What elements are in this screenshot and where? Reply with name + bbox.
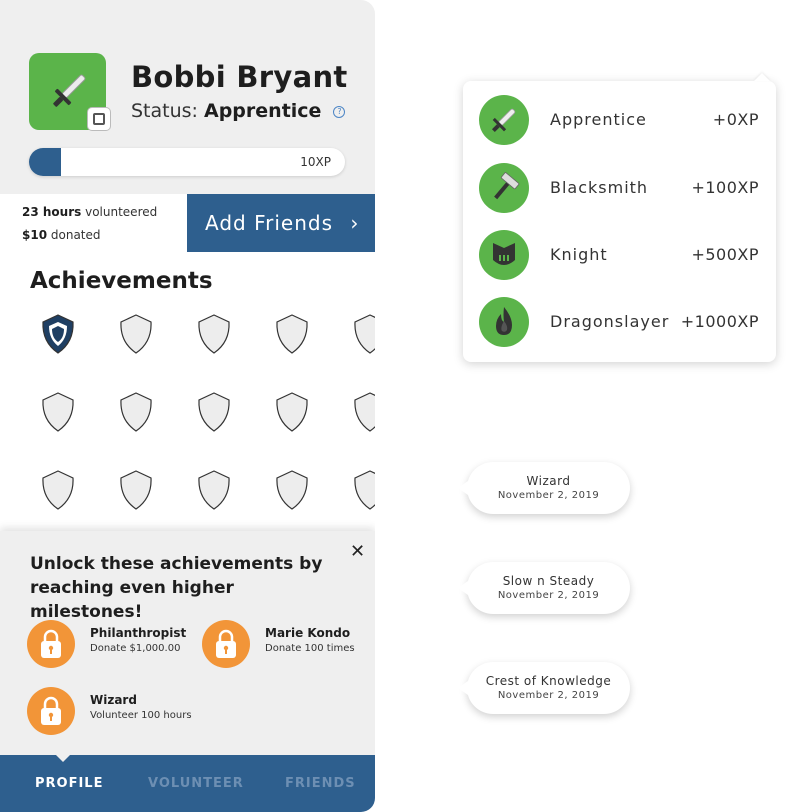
xp-progress-bar: 10XP bbox=[29, 148, 345, 176]
active-tab-indicator bbox=[55, 754, 71, 762]
shield-icon[interactable] bbox=[36, 390, 80, 434]
shield-icon[interactable] bbox=[192, 390, 236, 434]
tooltip-title: Wizard bbox=[526, 474, 571, 488]
helmet-icon bbox=[479, 230, 529, 280]
shield-icon-earned[interactable] bbox=[36, 312, 80, 356]
locked-achievement-desc: Donate 100 times bbox=[265, 643, 355, 654]
profile-screen: Bobbi Bryant Status: Apprentice ? 10XP 2… bbox=[0, 0, 375, 812]
status-line: Status: Apprentice ? bbox=[131, 100, 346, 122]
hours-value: 23 hours bbox=[22, 205, 82, 219]
rank-row-knight[interactable]: Knight +500XP bbox=[463, 227, 776, 283]
locked-achievement-desc: Volunteer 100 hours bbox=[90, 710, 192, 721]
lock-icon bbox=[27, 620, 75, 668]
donated-stat: $10 donated bbox=[22, 228, 101, 242]
tooltip-title: Slow n Steady bbox=[502, 574, 595, 588]
profile-header: Bobbi Bryant Status: Apprentice ? 10XP bbox=[0, 0, 375, 194]
hammer-icon bbox=[479, 163, 529, 213]
achievement-tooltip: Wizard November 2, 2019 bbox=[458, 462, 630, 514]
rank-name: Dragonslayer bbox=[550, 312, 670, 331]
hours-suffix: volunteered bbox=[85, 205, 158, 219]
tooltip-date: November 2, 2019 bbox=[497, 590, 600, 601]
achievement-tooltip: Slow n Steady November 2, 2019 bbox=[458, 562, 630, 614]
chevron-right-icon: › bbox=[350, 211, 360, 235]
rank-row-dragonslayer[interactable]: Dragonslayer +1000XP bbox=[463, 294, 776, 350]
hours-stat: 23 hours volunteered bbox=[22, 205, 157, 219]
tooltip-date: November 2, 2019 bbox=[497, 690, 600, 701]
rank-name: Apprentice bbox=[550, 110, 647, 129]
shield-icon[interactable] bbox=[192, 312, 236, 356]
locked-achievement-name: Philanthropist bbox=[90, 626, 187, 640]
volunteer-stats: 23 hours volunteered $10 donated bbox=[0, 194, 187, 252]
user-name: Bobbi Bryant bbox=[131, 60, 348, 94]
shield-icon[interactable] bbox=[270, 312, 314, 356]
status-label: Status: bbox=[131, 100, 198, 122]
rank-xp: +0XP bbox=[712, 110, 759, 129]
achievement-tooltip: Crest of Knowledge November 2, 2019 bbox=[458, 662, 630, 714]
sword-icon bbox=[479, 95, 529, 145]
tab-volunteer[interactable]: VOLUNTEER bbox=[148, 776, 244, 791]
tab-profile[interactable]: PROFILE bbox=[35, 776, 103, 791]
add-friends-button[interactable]: Add Friends › bbox=[187, 194, 375, 252]
unlock-sheet: Unlock these achievements by reaching ev… bbox=[0, 531, 375, 755]
add-friends-label: Add Friends bbox=[205, 211, 334, 235]
rank-row-blacksmith[interactable]: Blacksmith +100XP bbox=[463, 160, 776, 216]
close-icon[interactable]: ✕ bbox=[350, 541, 365, 562]
shield-icon[interactable] bbox=[348, 468, 375, 512]
rank-name: Knight bbox=[550, 245, 608, 264]
shield-icon[interactable] bbox=[270, 390, 314, 434]
shield-icon[interactable] bbox=[192, 468, 236, 512]
locked-achievement-desc: Donate $1,000.00 bbox=[90, 643, 181, 654]
rank-xp: +100XP bbox=[691, 178, 759, 197]
avatar-frame-badge[interactable] bbox=[88, 108, 110, 130]
shield-icon[interactable] bbox=[114, 312, 158, 356]
sword-icon bbox=[53, 74, 86, 107]
locked-achievement-name: Wizard bbox=[90, 693, 137, 707]
shield-icon[interactable] bbox=[114, 390, 158, 434]
locked-achievement-name: Marie Kondo bbox=[265, 626, 351, 640]
tab-friends[interactable]: FRIENDS bbox=[285, 776, 356, 791]
rank-list-card: Apprentice +0XP Blacksmith +100XP Knight… bbox=[463, 81, 776, 362]
dragon-flame-icon bbox=[479, 297, 529, 347]
tooltip-date: November 2, 2019 bbox=[497, 490, 600, 501]
rank-row-apprentice[interactable]: Apprentice +0XP bbox=[463, 92, 776, 148]
rank-xp: +1000XP bbox=[680, 312, 759, 331]
shield-icon[interactable] bbox=[270, 468, 314, 512]
status-value: Apprentice bbox=[204, 100, 322, 122]
donated-suffix: donated bbox=[50, 228, 101, 242]
rank-name: Blacksmith bbox=[550, 178, 649, 197]
lock-icon bbox=[202, 620, 250, 668]
donated-value: $10 bbox=[22, 228, 48, 242]
achievements-title: Achievements bbox=[30, 268, 213, 294]
shield-icon[interactable] bbox=[36, 468, 80, 512]
info-icon[interactable]: ? bbox=[333, 105, 346, 118]
tooltip-title: Crest of Knowledge bbox=[485, 674, 612, 688]
shield-icon[interactable] bbox=[114, 468, 158, 512]
shield-icon[interactable] bbox=[348, 390, 375, 434]
lock-icon bbox=[27, 687, 75, 735]
bottom-tab-bar: PROFILE VOLUNTEER FRIENDS bbox=[0, 754, 375, 812]
xp-label: 10XP bbox=[300, 155, 331, 169]
xp-progress-fill bbox=[29, 148, 61, 176]
shield-icon[interactable] bbox=[348, 312, 375, 356]
unlock-sheet-title: Unlock these achievements by reaching ev… bbox=[30, 554, 323, 622]
rank-xp: +500XP bbox=[691, 245, 759, 264]
